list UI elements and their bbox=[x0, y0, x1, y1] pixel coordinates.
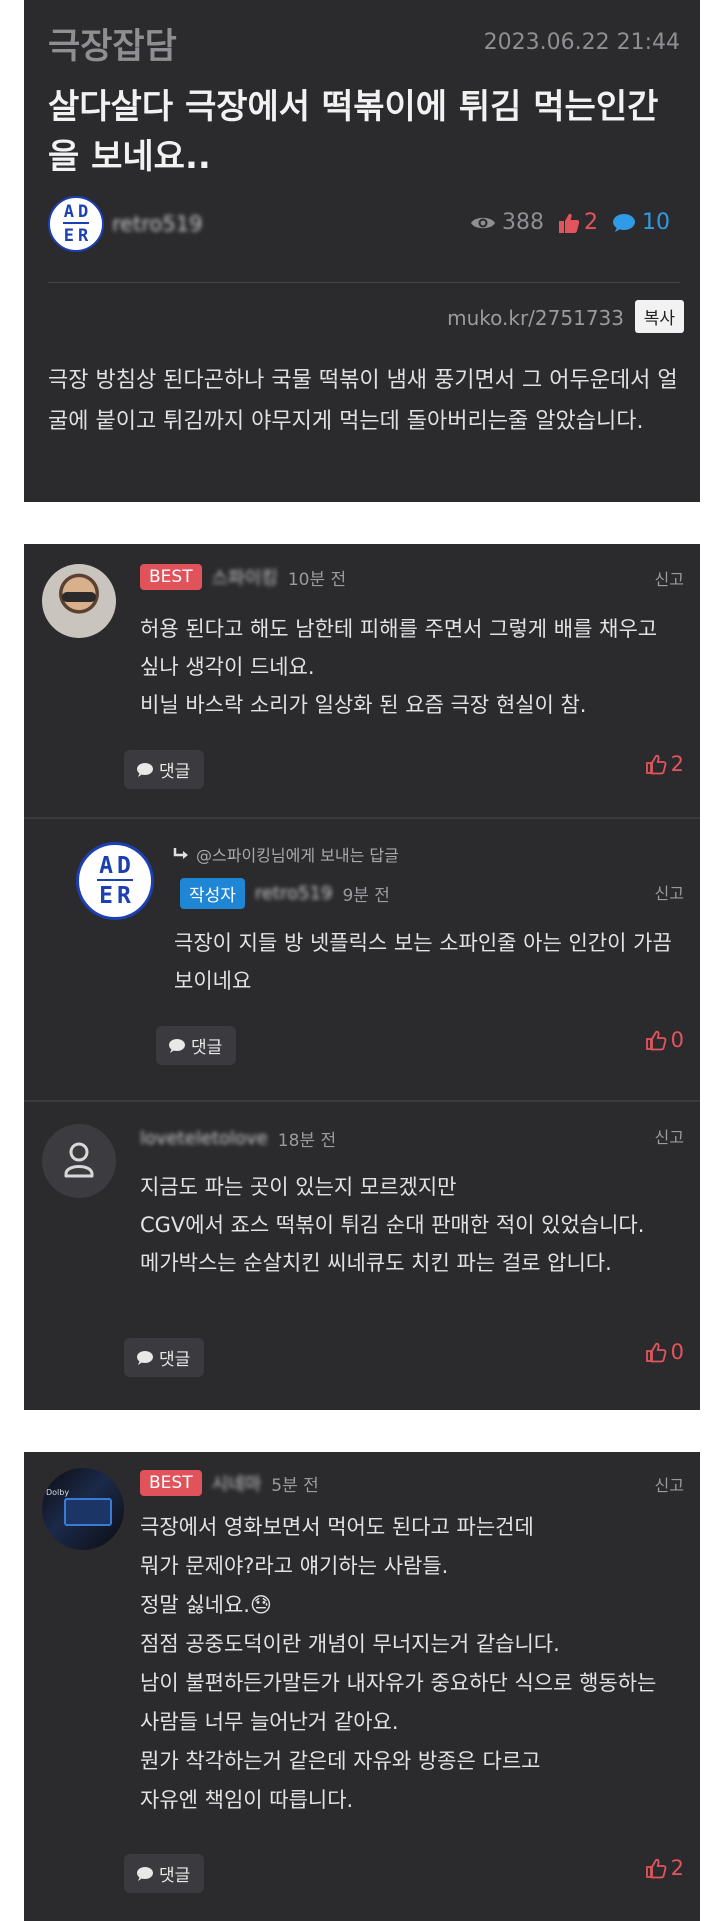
report-link[interactable]: 신고 bbox=[655, 566, 684, 590]
comment-body: 지금도 파는 곳이 있는지 모르겠지만 CGV에서 죠스 떡볶이 튀김 순대 판… bbox=[140, 1168, 676, 1282]
thumbs-up-outline-icon bbox=[645, 1030, 667, 1051]
avatar-letters-ad: AD bbox=[63, 202, 93, 222]
comment-line: 뭔가 착각하는거 같은데 자유와 방종은 다르고 bbox=[140, 1749, 541, 1773]
post-title: 살다살다 극장에서 떡볶이에 튀김 먹는인간을 보네요.. bbox=[48, 87, 659, 177]
copy-button[interactable]: 복사 bbox=[634, 300, 684, 333]
like-count: 0 bbox=[670, 1340, 684, 1364]
comment-line: 지금도 파는 곳이 있는지 모르겠지만 bbox=[140, 1175, 457, 1199]
avatar-logo-text: Dolby bbox=[46, 1488, 70, 1497]
comment-meta: loveteletolove 18분 전 bbox=[140, 1126, 336, 1151]
comment-meta: BEST 스파이킹 10분 전 bbox=[140, 564, 346, 590]
comments-count: 10 bbox=[642, 210, 670, 235]
report-link[interactable]: 신고 bbox=[655, 1124, 684, 1148]
comment-divider bbox=[24, 817, 700, 819]
user-icon bbox=[64, 1142, 94, 1178]
commenter-avatar[interactable] bbox=[42, 1124, 116, 1198]
reply-label: 댓글 bbox=[159, 762, 191, 782]
reply-button[interactable]: 댓글 bbox=[124, 1854, 205, 1893]
comment-line: 정말 싫네요.😓 bbox=[140, 1593, 272, 1617]
comment-line: 허용 된다고 해도 남한테 피해를 주면서 그렇게 배를 채우고 싶나 생각이 … bbox=[140, 617, 658, 679]
report-link[interactable]: 신고 bbox=[655, 1472, 684, 1496]
comment-line: 극장에서 영화보면서 먹어도 된다고 파는건데 bbox=[140, 1515, 534, 1539]
comment-body: 극장에서 영화보면서 먹어도 된다고 파는건데 뭐가 문제야?라고 얘기하는 사… bbox=[140, 1508, 680, 1820]
reply-label: 댓글 bbox=[159, 1350, 191, 1370]
reply-button[interactable]: 댓글 bbox=[124, 750, 205, 789]
reply-label: 댓글 bbox=[191, 1038, 223, 1058]
author-badge: 작성자 bbox=[180, 878, 245, 909]
thumbs-up-outline-icon bbox=[645, 754, 667, 775]
post-date: 2023.06.22 21:44 bbox=[483, 30, 680, 55]
author-name[interactable]: retro519 bbox=[112, 212, 202, 236]
like-button[interactable]: 0 bbox=[645, 1340, 684, 1364]
comment-nickname[interactable]: 시네마 bbox=[212, 1470, 262, 1496]
best-badge: BEST bbox=[140, 1470, 202, 1496]
comment-meta: BEST 시네마 5분 전 bbox=[140, 1470, 319, 1496]
comment-nickname[interactable]: retro519 bbox=[255, 883, 333, 904]
comments-panel: BEST 스파이킹 10분 전 신고 허용 된다고 해도 남한테 피해를 주면서… bbox=[24, 544, 700, 1410]
comment-line: 메가박스는 순살치킨 씨네큐도 치킨 파는 걸로 압니다. bbox=[140, 1251, 612, 1275]
avatar-letters-er: ER bbox=[99, 883, 135, 909]
reply-label: 댓글 bbox=[159, 1866, 191, 1886]
comment-time: 5분 전 bbox=[271, 1475, 319, 1496]
like-button[interactable]: 2 bbox=[645, 1856, 684, 1880]
comment-line: 자유엔 책임이 따릅니다. bbox=[140, 1788, 354, 1812]
avatar-letters-ad: AD bbox=[99, 853, 135, 879]
speech-bubble-icon bbox=[137, 1350, 153, 1365]
speech-bubble-icon bbox=[613, 213, 635, 232]
reply-to-line: @스파이킹님에게 보내는 답글 bbox=[172, 842, 399, 866]
comment-line: 비닐 바스락 소리가 일상화 된 요즘 극장 현실이 참. bbox=[140, 693, 587, 717]
comment-line: 남이 불편하든가말든가 내자유가 중요하단 식으로 행동하는 사람들 너무 늘어… bbox=[140, 1671, 657, 1734]
comment-time: 10분 전 bbox=[287, 569, 347, 590]
eye-icon bbox=[471, 217, 495, 228]
like-button[interactable]: 0 bbox=[645, 1028, 684, 1052]
comment-body: 허용 된다고 해도 남한테 피해를 주면서 그렇게 배를 채우고 싶나 생각이 … bbox=[140, 610, 670, 724]
like-count: 0 bbox=[670, 1028, 684, 1052]
thumbs-up-outline-icon bbox=[645, 1858, 667, 1879]
commenter-avatar[interactable] bbox=[42, 564, 116, 638]
commenter-avatar[interactable]: AD ER bbox=[76, 842, 154, 920]
thumbs-up-outline-icon bbox=[645, 1342, 667, 1363]
post-stats: 388 2 10 bbox=[470, 210, 670, 235]
comment-line: 극장이 지들 방 넷플릭스 보는 소파인줄 아는 인간이 가끔 보이네요 bbox=[174, 931, 672, 993]
speech-bubble-icon bbox=[169, 1038, 185, 1053]
reply-button[interactable]: 댓글 bbox=[124, 1338, 205, 1377]
thumbs-up-icon bbox=[559, 213, 580, 233]
comments-stat[interactable]: 10 bbox=[612, 210, 670, 235]
post-divider bbox=[48, 282, 680, 283]
speech-bubble-icon bbox=[137, 762, 153, 777]
report-link[interactable]: 신고 bbox=[655, 880, 684, 904]
likes-count: 2 bbox=[584, 210, 598, 235]
reply-button[interactable]: 댓글 bbox=[156, 1026, 237, 1065]
author-avatar[interactable]: AD ER bbox=[48, 196, 104, 252]
best-badge: BEST bbox=[140, 564, 202, 590]
like-count: 2 bbox=[670, 752, 684, 776]
views-stat: 388 bbox=[470, 210, 544, 235]
comment-nickname[interactable]: 스파이킹 bbox=[212, 564, 278, 590]
speech-bubble-icon bbox=[137, 1866, 153, 1881]
commenter-avatar[interactable]: Dolby bbox=[42, 1468, 124, 1550]
like-button[interactable]: 2 bbox=[645, 752, 684, 776]
comment-body: 극장이 지들 방 넷플릭스 보는 소파인줄 아는 인간이 가끔 보이네요 bbox=[174, 924, 674, 1000]
comment-line: CGV에서 죠스 떡볶이 튀김 순대 판매한 적이 있었습니다. bbox=[140, 1213, 645, 1237]
reply-to-text: @스파이킹님에게 보내는 답글 bbox=[196, 846, 399, 865]
comment-time: 9분 전 bbox=[342, 886, 390, 906]
comment-divider bbox=[24, 1100, 700, 1102]
likes-stat[interactable]: 2 bbox=[558, 210, 598, 235]
short-url[interactable]: muko.kr/2751733 bbox=[447, 306, 624, 330]
views-count: 388 bbox=[502, 210, 544, 235]
post-body: 극장 방침상 된다곤하나 국물 떡볶이 냄새 풍기면서 그 어두운데서 얼굴에 … bbox=[48, 368, 678, 434]
like-count: 2 bbox=[670, 1856, 684, 1880]
comment-line: 점점 공중도덕이란 개념이 무너지는거 같습니다. bbox=[140, 1632, 560, 1656]
post-category[interactable]: 극장잡담 bbox=[48, 18, 177, 69]
comment-meta: 작성자 retro519 9분 전 bbox=[180, 878, 390, 909]
comments-panel: Dolby BEST 시네마 5분 전 신고 극장에서 영화보면서 먹어도 된다… bbox=[24, 1452, 700, 1921]
avatar-letters-er: ER bbox=[63, 226, 93, 246]
comment-time: 18분 전 bbox=[277, 1131, 337, 1151]
reply-arrow-icon bbox=[173, 848, 188, 859]
post-panel: 극장잡담 2023.06.22 21:44 살다살다 극장에서 떡볶이에 튀김 … bbox=[24, 0, 700, 502]
comment-nickname[interactable]: loveteletolove bbox=[140, 1128, 268, 1149]
comment-line: 뭐가 문제야?라고 얘기하는 사람들. bbox=[140, 1554, 449, 1578]
